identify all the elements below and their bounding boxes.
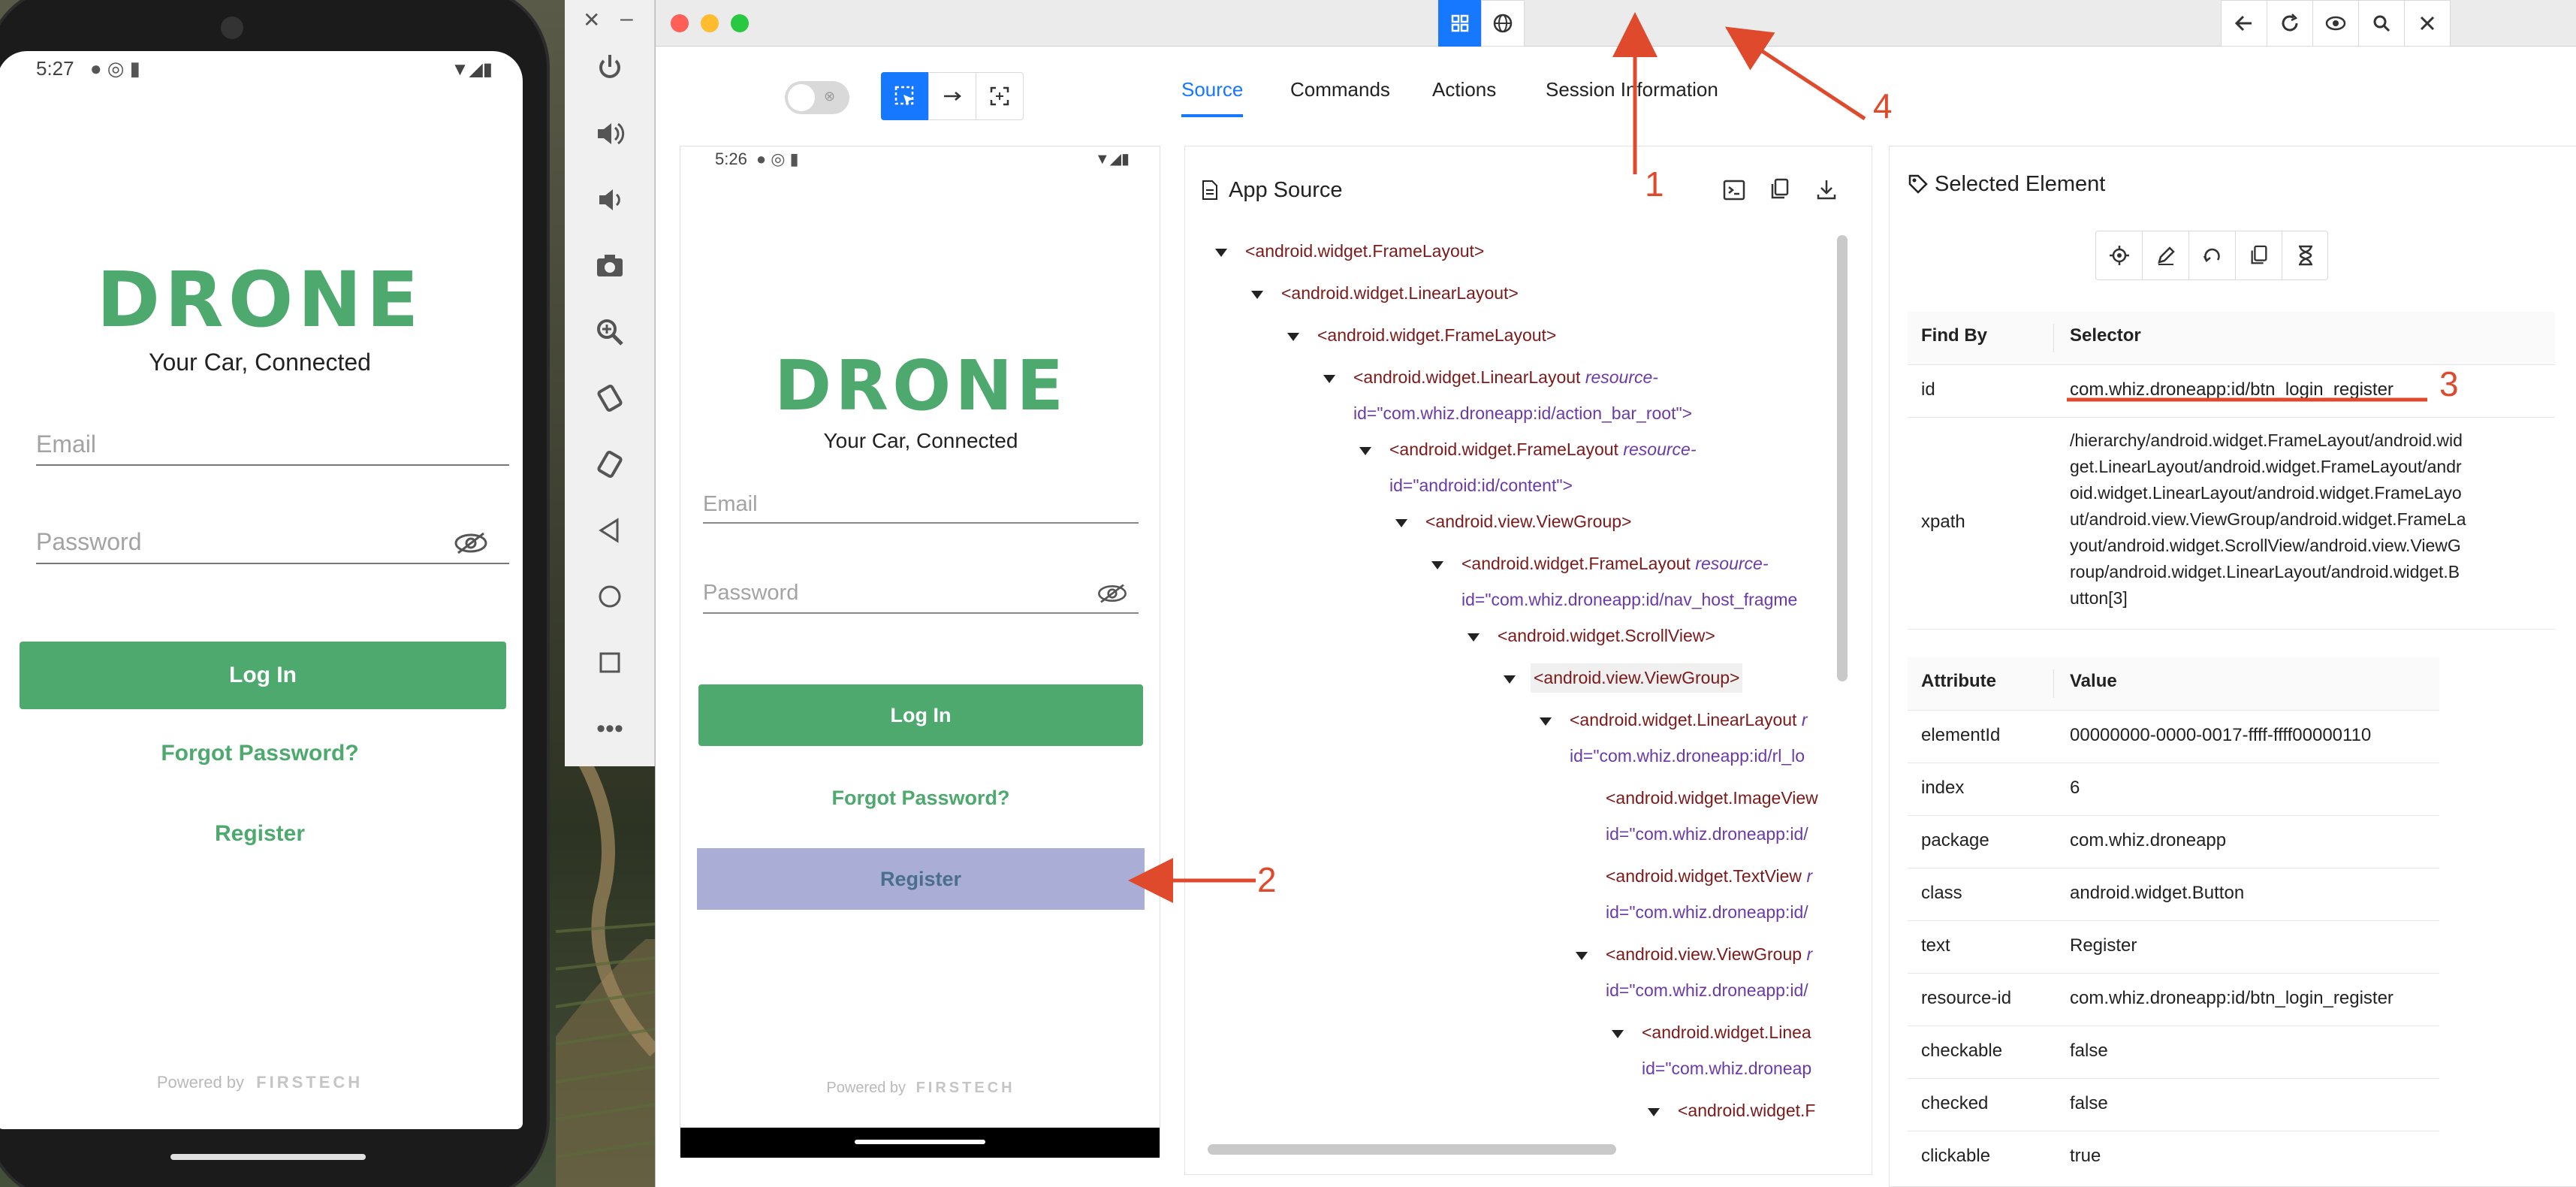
- annotation-label-4: 4: [1873, 86, 1893, 125]
- annotation-label-3: 3: [2439, 364, 2459, 403]
- annotation-label-1: 1: [1645, 165, 1664, 204]
- annotation-arrow-4: [1724, 26, 1866, 121]
- annotation-overlay: [1128, 12, 2427, 903]
- annotation-label-2: 2: [1257, 860, 1277, 899]
